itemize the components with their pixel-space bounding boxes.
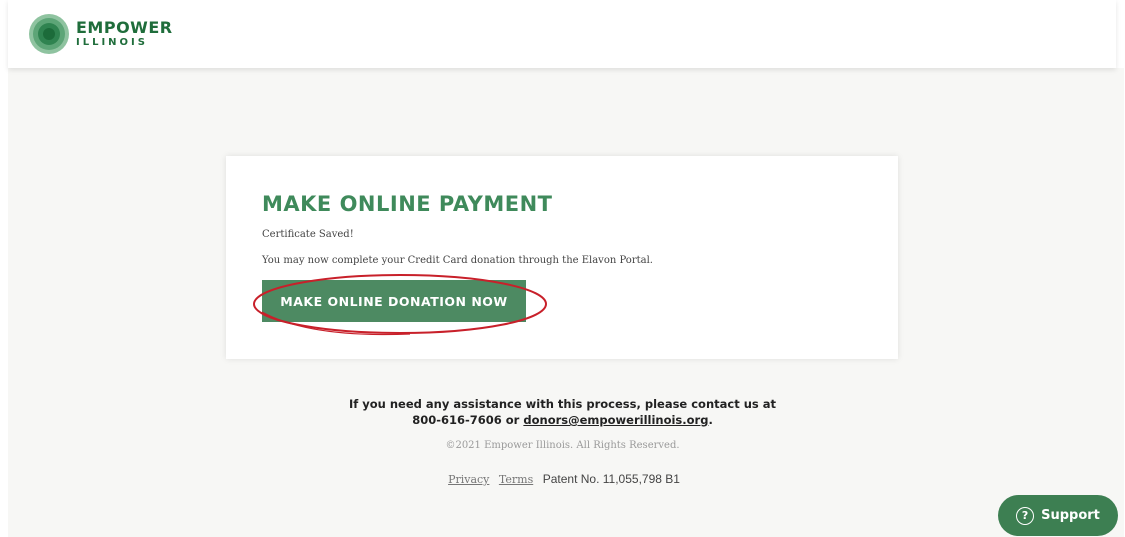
instruction-message: You may now complete your Credit Card do… (262, 255, 653, 266)
logo-text-empower: EMPOWER (76, 18, 173, 37)
assistance-line-2: 800-616-7606 or donors@empowerillinois.o… (300, 412, 825, 428)
site-header: EMPOWER ILLINOIS (8, 0, 1116, 68)
assistance-text: If you need any assistance with this pro… (300, 396, 825, 428)
copyright-text: ©2021 Empower Illinois. All Rights Reser… (445, 440, 680, 451)
period-text: . (708, 413, 713, 427)
support-label: Support (1041, 508, 1100, 523)
logo-wordmark: EMPOWER ILLINOIS (76, 20, 173, 48)
support-button[interactable]: ? Support (998, 495, 1118, 536)
logo-text-illinois: ILLINOIS (76, 37, 148, 48)
email-link[interactable]: donors@empowerillinois.org (523, 413, 708, 427)
phone-number: 800-616-7606 (412, 413, 502, 427)
or-text: or (505, 413, 520, 427)
question-circle-icon: ? (1016, 506, 1035, 525)
terms-link[interactable]: Terms (499, 473, 533, 486)
certificate-saved-message: Certificate Saved! (262, 229, 354, 240)
footer-links: Privacy Terms Patent No. 11,055,798 B1 (300, 472, 825, 486)
logo-sunburst-icon (29, 14, 69, 54)
make-online-donation-button[interactable]: MAKE ONLINE DONATION NOW (262, 280, 526, 322)
privacy-link[interactable]: Privacy (448, 473, 489, 486)
page-title: MAKE ONLINE PAYMENT (262, 192, 553, 216)
payment-card: MAKE ONLINE PAYMENT Certificate Saved! Y… (226, 156, 898, 359)
page: EMPOWER ILLINOIS MAKE ONLINE PAYMENT Cer… (0, 0, 1125, 537)
patent-number: Patent No. 11,055,798 B1 (542, 472, 680, 486)
empower-illinois-logo[interactable]: EMPOWER ILLINOIS (28, 12, 173, 56)
assistance-line-1: If you need any assistance with this pro… (348, 397, 776, 411)
